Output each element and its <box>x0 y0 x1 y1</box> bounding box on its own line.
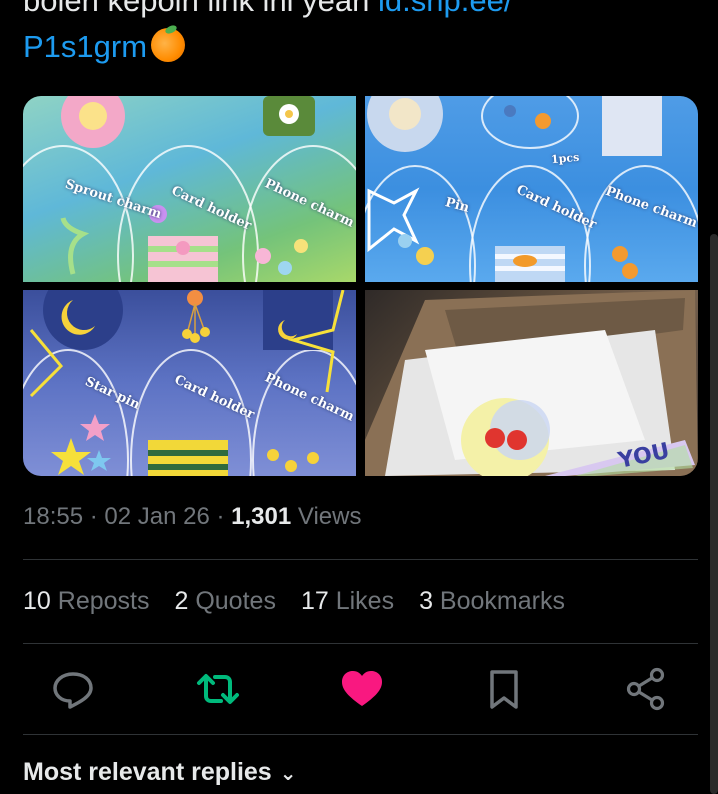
shop-link-continued[interactable]: P1s1grm <box>23 29 147 64</box>
bookmarks-count: 3 <box>419 587 433 615</box>
media-image-3[interactable]: Star pin Card holder Phone charm <box>23 290 356 476</box>
package-photo: YOU <box>365 290 698 476</box>
shop-link[interactable]: id.shp.ee/ <box>378 0 512 18</box>
post-date[interactable]: 02 Jan 26 <box>104 503 209 530</box>
chevron-down-icon: ⌄ <box>279 763 297 785</box>
separator: · <box>209 503 232 530</box>
like-button[interactable] <box>337 664 387 714</box>
label-1pcs: 1pcs <box>550 150 580 167</box>
reply-button[interactable] <box>48 664 98 714</box>
orange-emoji-icon <box>151 28 186 62</box>
tweet-text: bolen kepoin link ini yeah id.shp.ee/ P1… <box>23 0 683 70</box>
reposts-label: Reposts <box>50 587 150 615</box>
media-image-1[interactable]: Sprout charm Card holder Phone charm <box>23 96 356 282</box>
likes-label: Likes <box>328 587 395 615</box>
repost-button[interactable] <box>193 664 243 714</box>
views-label: Views <box>291 503 362 530</box>
reposts-count: 10 <box>23 587 51 615</box>
replies-sort-button[interactable]: Most relevant replies ⌄ <box>23 758 296 787</box>
tweet-meta: 18:55 · 02 Jan 26 · 1,301 Views <box>23 503 361 531</box>
quotes-stat[interactable]: 2 Quotes <box>174 587 275 616</box>
action-bar <box>23 664 678 714</box>
scrollbar[interactable] <box>710 234 718 794</box>
bookmark-button[interactable] <box>479 664 529 714</box>
heart-icon <box>342 671 382 706</box>
separator: · <box>83 503 105 530</box>
media-image-4[interactable]: YOU <box>365 290 698 476</box>
replies-sort-label: Most relevant replies <box>23 758 272 786</box>
engagement-stats: 10 Reposts 2 Quotes 17 Likes 3 Bookmarks <box>23 587 565 616</box>
quotes-label: Quotes <box>188 587 276 615</box>
views-count: 1,301 <box>231 503 292 530</box>
media-grid: Sprout charm Card holder Phone charm Pin <box>23 96 698 476</box>
media-image-2[interactable]: Pin Card holder Phone charm 1pcs <box>365 96 698 282</box>
likes-stat[interactable]: 17 Likes <box>301 587 394 616</box>
divider <box>23 734 698 735</box>
quotes-count: 2 <box>174 587 189 615</box>
likes-count: 17 <box>300 587 329 615</box>
divider <box>23 559 698 560</box>
divider <box>23 643 698 644</box>
tweet-text-line: bolen kepoin link ini yeah <box>23 0 379 18</box>
repost-icon <box>197 674 239 704</box>
share-icon <box>626 667 665 711</box>
reposts-stat[interactable]: 10 Reposts <box>23 587 149 616</box>
share-button[interactable] <box>621 664 671 714</box>
post-time[interactable]: 18:55 <box>23 503 83 530</box>
bookmarks-label: Bookmarks <box>432 587 565 615</box>
bookmarks-stat[interactable]: 3 Bookmarks <box>419 587 565 616</box>
reply-icon <box>53 672 93 709</box>
bookmark-icon <box>490 670 518 709</box>
